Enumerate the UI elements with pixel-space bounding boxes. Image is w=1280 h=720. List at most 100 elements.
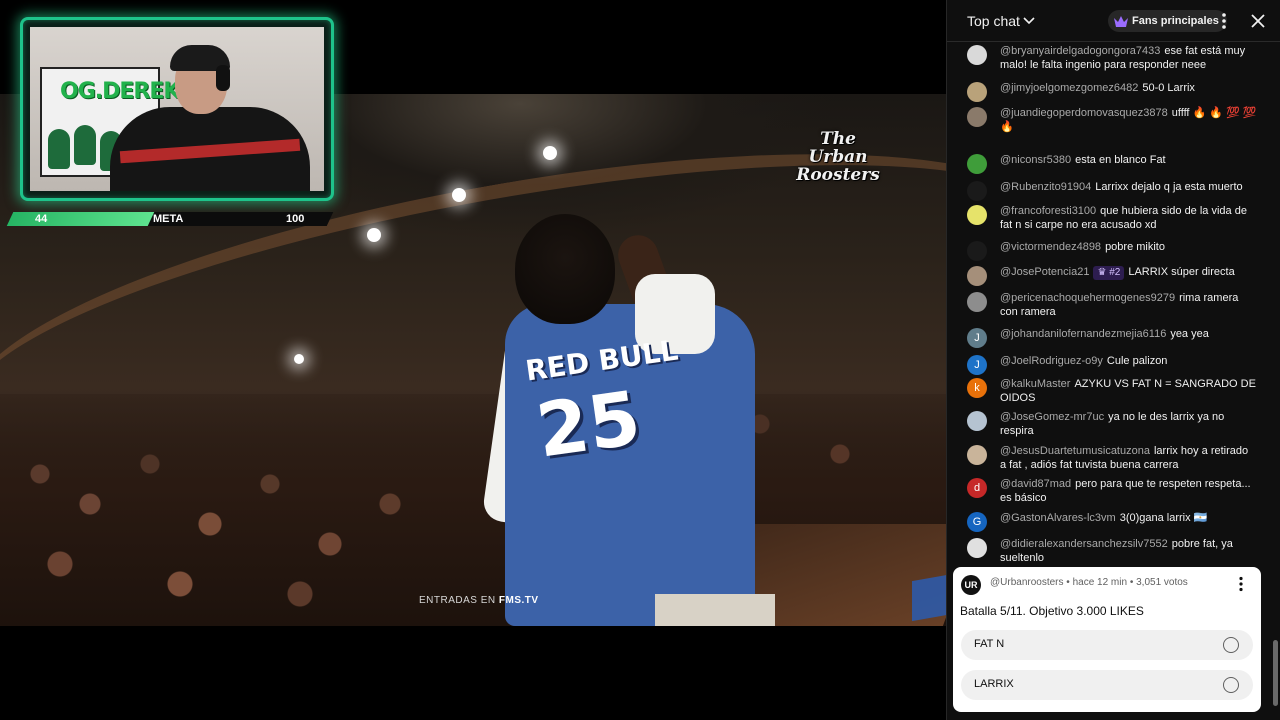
chat-message[interactable]: @niconsr5380 esta en blanco Fat [967, 154, 1257, 174]
chat-message-text: esta en blanco Fat [1075, 154, 1166, 166]
fms-url-prefix: ENTRADAS EN [419, 595, 496, 606]
chevron-down-icon[interactable] [1023, 13, 1035, 27]
chat-message-text: 3(0)gana larrix 🇦🇷 [1119, 512, 1208, 524]
avatar[interactable]: G [967, 512, 987, 532]
chat-message[interactable]: G @GastonAlvares-lc3vm 3(0)gana larrix 🇦🇷 [967, 512, 1257, 532]
chat-message-body: @didieralexandersanchezsilv7552 pobre fat… [1000, 538, 1257, 565]
chat-author[interactable]: @kalkuMaster [1000, 378, 1070, 390]
avatar[interactable] [967, 154, 987, 174]
chat-message-text: pobre mikito [1105, 241, 1165, 253]
chat-message-body: @kalkuMaster AZYKU VS FAT N = SANGRADO DE… [1000, 378, 1257, 405]
fms-url-caption: ENTRADAS EN FMS.TV [419, 595, 539, 606]
chat-message[interactable]: @bryanyairdelgadogongora7433 ese fat está… [967, 45, 1257, 72]
chat-author[interactable]: @JoseGomez-mr7uc [1000, 411, 1104, 423]
chat-message[interactable]: @francoforesti3100 que hubiera sido de la… [967, 205, 1257, 232]
avatar[interactable] [967, 445, 987, 465]
chat-message-body: @david87mad pero para que te respeten res… [1000, 478, 1257, 505]
poll-option-fat-n[interactable]: FAT N [961, 630, 1253, 660]
chat-message-text: LARRIX súper directa [1128, 266, 1235, 278]
chat-author[interactable]: @juandiegoperdomovasquez3878 [1000, 107, 1168, 119]
avatar[interactable] [967, 181, 987, 201]
chat-message-body: @juandiegoperdomovasquez3878 uffff 🔥 🔥 💯 … [1000, 107, 1257, 134]
top-fan-badge: ♛ #2 [1093, 266, 1125, 280]
webcam-frame: OG.DEREK [20, 17, 334, 201]
chat-message[interactable]: @JesusDuartetumusicatuzona larrix hoy a r… [967, 445, 1257, 472]
avatar[interactable]: d [967, 478, 987, 498]
chat-author[interactable]: @Rubenzito91904 [1000, 181, 1091, 193]
radio-circle-icon[interactable] [1223, 677, 1239, 693]
chat-author[interactable]: @JosePotencia21 [1000, 266, 1089, 278]
avatar[interactable] [967, 292, 987, 312]
poll-option-larrix[interactable]: LARRIX [961, 670, 1253, 700]
sponsor-logo [912, 574, 946, 622]
chat-message[interactable]: @pericenachoquehermogenes9279 rima ramera… [967, 292, 1257, 319]
avatar[interactable] [967, 266, 987, 286]
avatar[interactable]: J [967, 355, 987, 375]
avatar[interactable] [967, 241, 987, 261]
avatar[interactable]: k [967, 378, 987, 398]
more-vert-icon[interactable] [1215, 11, 1233, 31]
chat-message[interactable]: @juandiegoperdomovasquez3878 uffff 🔥 🔥 💯 … [967, 107, 1257, 134]
chat-author[interactable]: @bryanyairdelgadogongora7433 [1000, 45, 1160, 57]
chat-message[interactable]: k @kalkuMaster AZYKU VS FAT N = SANGRADO D… [967, 378, 1257, 405]
chat-author[interactable]: @niconsr5380 [1000, 154, 1071, 166]
avatar[interactable] [967, 538, 987, 558]
chat-author[interactable]: @GastonAlvares-lc3vm [1000, 512, 1116, 524]
avatar[interactable]: J [967, 328, 987, 348]
top-fans-button[interactable]: Fans principales [1108, 10, 1227, 32]
video-player[interactable]: RED BULL 25 The Urban Roosters ENTRADAS … [0, 0, 946, 720]
stage-light [543, 146, 557, 160]
performer: RED BULL 25 [481, 214, 775, 626]
chat-message[interactable]: @JoseGomez-mr7uc ya no le des larrix ya n… [967, 411, 1257, 438]
chat-message-body: @victormendez4898 pobre mikito [1000, 241, 1257, 255]
chat-message-text: 50-0 Larrix [1142, 82, 1195, 94]
chat-author[interactable]: @JesusDuartetumusicatuzona [1000, 445, 1150, 457]
chat-author[interactable]: @JoelRodriguez-o9y [1000, 355, 1103, 367]
avatar[interactable] [967, 411, 987, 431]
chat-author[interactable]: @johandanilofernandezmejia6116 [1000, 328, 1166, 340]
radio-circle-icon[interactable] [1223, 637, 1239, 653]
chat-author[interactable]: @victormendez4898 [1000, 241, 1101, 253]
headphone [216, 65, 230, 91]
chat-author[interactable]: @pericenachoquehermogenes9279 [1000, 292, 1175, 304]
chat-header: Top chat Fans principales [947, 0, 1280, 42]
chat-message-body: @niconsr5380 esta en blanco Fat [1000, 154, 1257, 168]
app-root: RED BULL 25 The Urban Roosters ENTRADAS … [0, 0, 1280, 720]
top-fans-label: Fans principales [1132, 15, 1219, 27]
poll-option-label: LARRIX [974, 678, 1014, 690]
meta-fill [6, 212, 155, 226]
chat-message-body: @JoelRodriguez-o9y Cule palizon [1000, 355, 1257, 369]
avatar[interactable] [967, 205, 987, 225]
chat-author[interactable]: @david87mad [1000, 478, 1071, 490]
jersey-number: 25 [531, 375, 646, 475]
chat-message-body: @GastonAlvares-lc3vm 3(0)gana larrix 🇦🇷 [1000, 512, 1257, 526]
chat-message[interactable]: @Rubenzito91904 Larrixx dejalo q ja esta … [967, 181, 1257, 201]
chat-message[interactable]: d @david87mad pero para que te respeten re… [967, 478, 1257, 505]
avatar[interactable] [967, 82, 987, 102]
chat-message[interactable]: J @JoelRodriguez-o9y Cule palizon [967, 355, 1257, 375]
more-vert-icon[interactable] [1233, 575, 1249, 593]
chat-message[interactable]: @victormendez4898 pobre mikito [967, 241, 1257, 261]
close-icon[interactable] [1249, 11, 1267, 31]
chat-author[interactable]: @didieralexandersanchezsilv7552 [1000, 538, 1168, 550]
badge-rank: #2 [1109, 267, 1121, 278]
chat-message[interactable]: J @johandanilofernandezmejia6116 yea yea [967, 328, 1257, 348]
avatar[interactable] [967, 45, 987, 65]
chat-message[interactable]: @jimyjoelgomezgomez6482 50-0 Larrix [967, 82, 1257, 102]
chat-message-body: @francoforesti3100 que hubiera sido de la… [1000, 205, 1257, 232]
chat-message-body: @jimyjoelgomezgomez6482 50-0 Larrix [1000, 82, 1257, 96]
chat-message-list[interactable]: @bryanyairdelgadogongora7433 ese fat está… [947, 42, 1273, 566]
avatar[interactable] [967, 107, 987, 127]
chat-message[interactable]: @didieralexandersanchezsilv7552 pobre fat… [967, 538, 1257, 565]
chat-message[interactable]: @JosePotencia21 ♛ #2 LARRIX súper directa [967, 266, 1257, 286]
chat-message-body: @JosePotencia21 ♛ #2 LARRIX súper directa [1000, 266, 1257, 280]
poll-question: Batalla 5/11. Objetivo 3.000 LIKES [960, 604, 1144, 618]
chat-author[interactable]: @francoforesti3100 [1000, 205, 1096, 217]
chat-author[interactable]: @jimyjoelgomezgomez6482 [1000, 82, 1138, 94]
meta-progress-bar: 44 META 100 [6, 212, 334, 226]
chat-message-text: Larrixx dejalo q ja esta muerto [1095, 181, 1243, 193]
chat-mode-title[interactable]: Top chat [967, 13, 1020, 29]
meta-label: META [153, 213, 184, 225]
chat-scrollbar[interactable] [1273, 640, 1278, 706]
poll-option-label: FAT N [974, 638, 1005, 650]
